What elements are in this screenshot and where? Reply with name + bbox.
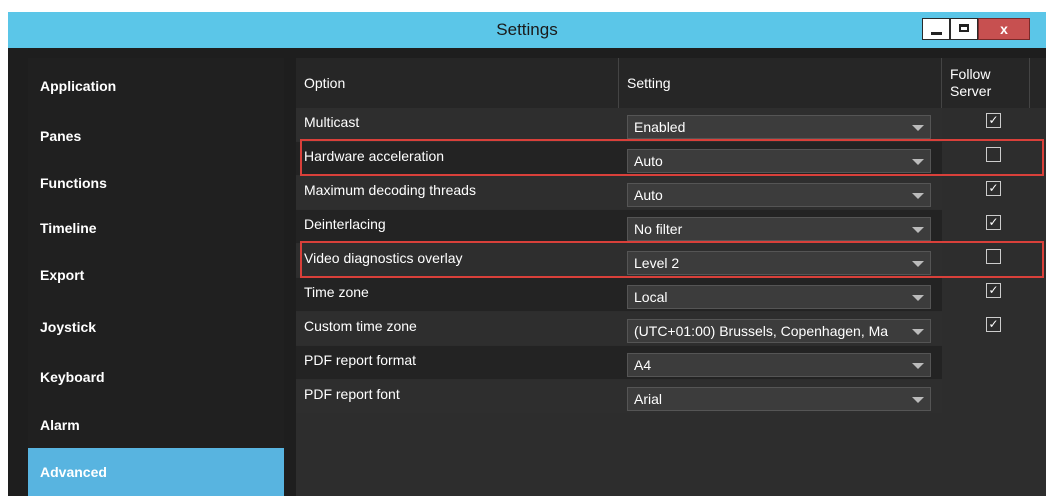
follow-server-checkbox[interactable]: ✓ — [986, 113, 1001, 128]
window-title: Settings — [496, 20, 558, 39]
close-icon: x — [1000, 21, 1008, 37]
sidebar-item-application[interactable]: Application — [28, 58, 284, 114]
setting-dropdown[interactable]: Auto — [627, 183, 931, 207]
option-label: Deinterlacing — [304, 216, 386, 232]
follow-server-checkbox[interactable]: ✓ — [986, 181, 1001, 196]
checkmark-icon: ✓ — [988, 283, 999, 297]
setting-dropdown[interactable]: No filter — [627, 217, 931, 241]
option-label: Custom time zone — [304, 318, 417, 334]
sidebar-item-panes[interactable]: Panes — [28, 114, 284, 158]
option-label: PDF report font — [304, 386, 400, 402]
checkmark-icon: ✓ — [988, 113, 999, 127]
maximize-button[interactable] — [950, 18, 978, 40]
table-row[interactable]: Deinterlacing No filter — [296, 210, 942, 243]
sidebar-item-timeline[interactable]: Timeline — [28, 208, 284, 248]
minimize-icon — [931, 32, 942, 35]
grid-header: Option Setting Follow Server — [296, 58, 1046, 108]
follow-server-checkbox[interactable] — [986, 249, 1001, 264]
sidebar-item-advanced[interactable]: Advanced — [28, 448, 284, 496]
setting-value: Arial — [634, 391, 663, 407]
setting-value: Level 2 — [634, 255, 680, 271]
setting-dropdown[interactable]: Enabled — [627, 115, 931, 139]
sidebar-item-joystick[interactable]: Joystick — [28, 302, 284, 352]
option-label: Maximum decoding threads — [304, 182, 476, 198]
setting-dropdown[interactable]: Arial — [627, 387, 931, 411]
column-header-follow-server[interactable]: Follow Server — [942, 58, 1030, 108]
settings-sidebar: Application Panes Functions Timeline Export J… — [28, 58, 284, 496]
setting-dropdown[interactable]: A4 — [627, 353, 931, 377]
follow-server-checkbox[interactable]: ✓ — [986, 283, 1001, 298]
setting-dropdown[interactable]: (UTC+01:00) Brussels, Copenhagen, Ma — [627, 319, 931, 343]
column-header-setting[interactable]: Setting — [619, 58, 942, 108]
chevron-down-icon — [912, 397, 924, 403]
follow-server-checkbox[interactable]: ✓ — [986, 215, 1001, 230]
follow-server-checkbox[interactable] — [986, 147, 1001, 162]
table-row[interactable]: Multicast Enabled — [296, 108, 942, 141]
sidebar-item-export[interactable]: Export — [28, 248, 284, 302]
column-header-option[interactable]: Option — [296, 58, 619, 108]
setting-value: (UTC+01:00) Brussels, Copenhagen, Ma — [634, 323, 889, 339]
sidebar-item-keyboard[interactable]: Keyboard — [28, 352, 284, 402]
setting-value: Enabled — [634, 119, 686, 135]
chevron-down-icon — [912, 295, 924, 301]
title-bar[interactable]: Settings x — [8, 12, 1046, 48]
setting-value: Auto — [634, 153, 663, 169]
chevron-down-icon — [912, 261, 924, 267]
chevron-down-icon — [912, 363, 924, 369]
settings-window: Settings x Application Panes Functions Time… — [8, 12, 1046, 496]
setting-value: A4 — [634, 357, 652, 373]
chevron-down-icon — [912, 125, 924, 131]
setting-dropdown[interactable]: Auto — [627, 149, 931, 173]
option-label: Video diagnostics overlay — [304, 250, 463, 266]
table-row[interactable]: Hardware acceleration Auto — [296, 142, 942, 175]
chevron-down-icon — [912, 329, 924, 335]
setting-value: Local — [634, 289, 668, 305]
maximize-icon — [959, 24, 969, 32]
minimize-button[interactable] — [922, 18, 950, 40]
table-row[interactable]: Video diagnostics overlay Level 2 — [296, 244, 942, 277]
sidebar-item-functions[interactable]: Functions — [28, 158, 284, 208]
checkmark-icon: ✓ — [988, 181, 999, 195]
checkmark-icon: ✓ — [988, 215, 999, 229]
chevron-down-icon — [912, 193, 924, 199]
setting-dropdown[interactable]: Local — [627, 285, 931, 309]
chevron-down-icon — [912, 227, 924, 233]
chevron-down-icon — [912, 159, 924, 165]
table-row[interactable]: Maximum decoding threads Auto — [296, 176, 942, 209]
settings-body: Application Panes Functions Timeline Export J… — [8, 48, 1046, 496]
sidebar-item-alarm[interactable]: Alarm — [28, 402, 284, 448]
option-label: PDF report format — [304, 352, 417, 368]
setting-dropdown[interactable]: Level 2 — [627, 251, 931, 275]
option-label: Time zone — [304, 284, 369, 300]
setting-value: No filter — [634, 221, 683, 237]
close-button[interactable]: x — [978, 18, 1030, 40]
table-row[interactable]: Time zone Local — [296, 278, 942, 311]
table-row[interactable]: PDF report font Arial — [296, 380, 942, 413]
setting-value: Auto — [634, 187, 663, 203]
option-label: Hardware acceleration — [304, 148, 445, 164]
follow-server-checkbox[interactable]: ✓ — [986, 317, 1001, 332]
option-label: Multicast — [304, 114, 360, 130]
table-row[interactable]: Custom time zone (UTC+01:00) Brussels, Co… — [296, 312, 942, 345]
table-row[interactable]: PDF report format A4 — [296, 346, 942, 379]
checkmark-icon: ✓ — [988, 317, 999, 331]
settings-grid: Option Setting Follow Server Multicast En… — [296, 58, 1046, 496]
